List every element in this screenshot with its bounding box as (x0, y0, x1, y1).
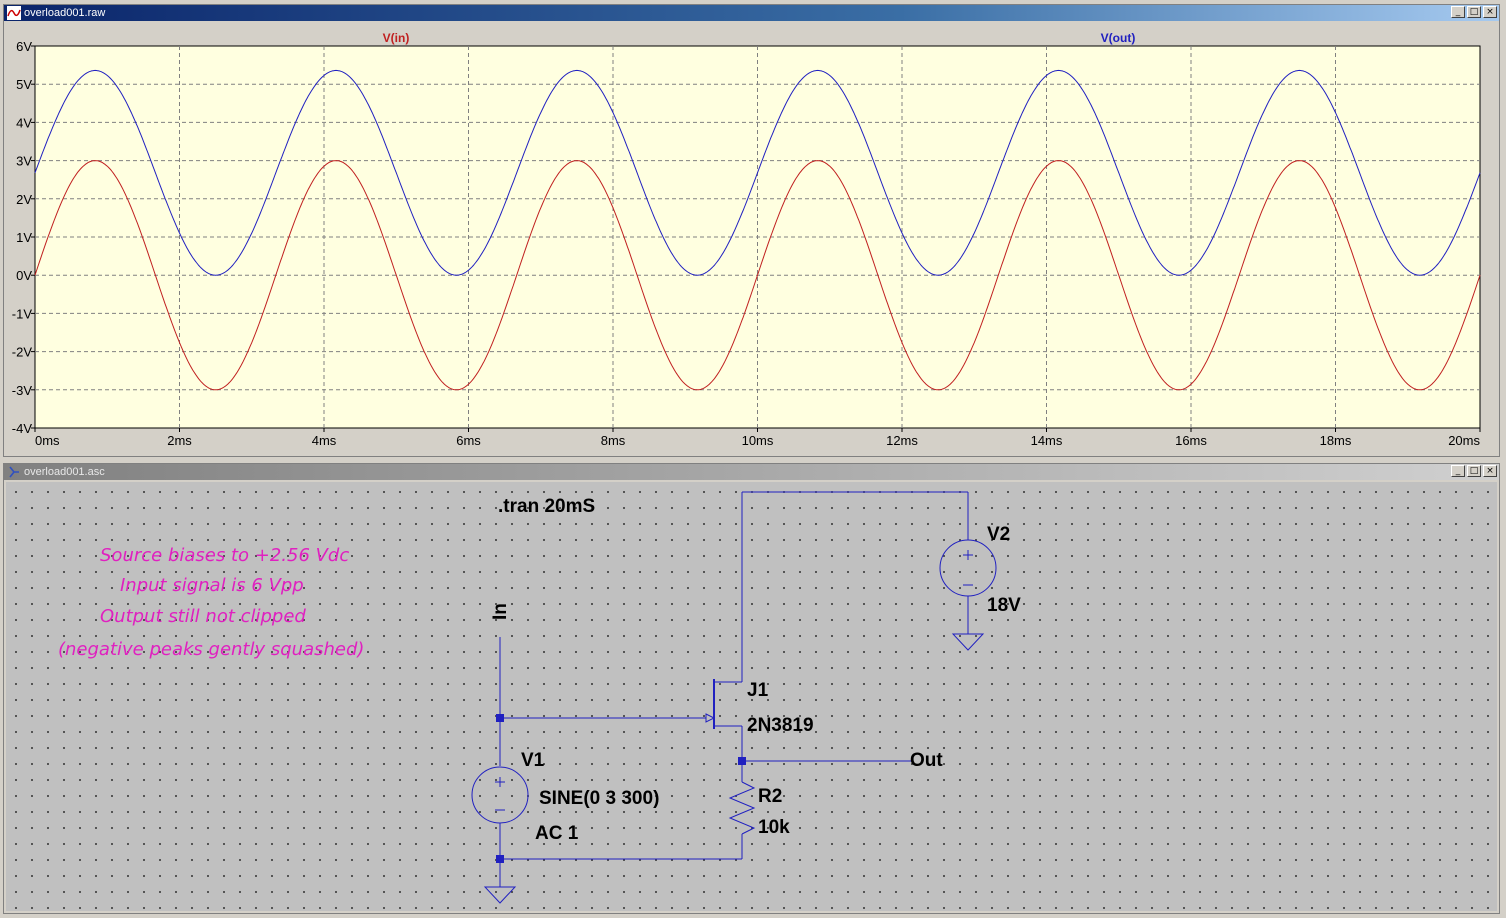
v1-ac[interactable]: AC 1 (535, 823, 578, 845)
v2-value[interactable]: 18V (987, 595, 1021, 617)
comment-line-2[interactable]: Input signal is 6 Vpp (120, 575, 304, 596)
waveform-window-title: overload001.raw (24, 7, 106, 19)
x-tick-label: 6ms (456, 433, 481, 448)
tran-directive[interactable]: .tran 20mS (498, 496, 595, 518)
comment-line-1[interactable]: Source biases to +2.56 Vdc (100, 545, 349, 566)
maximize-button[interactable]: □ (1467, 6, 1481, 18)
y-tick-label: 3V (16, 154, 32, 169)
junction-dot (496, 714, 504, 722)
v2-source-symbol (939, 539, 997, 597)
schematic-window-title: overload001.asc (24, 466, 105, 478)
x-tick-label: 20ms (1448, 433, 1480, 448)
y-tick-label: -4V (12, 421, 33, 436)
y-tick-label: -3V (12, 383, 33, 398)
y-tick-label: 6V (16, 39, 32, 54)
junction-dot (496, 855, 504, 863)
minimize-button[interactable]: _ (1451, 465, 1465, 477)
close-button[interactable]: × (1483, 465, 1497, 477)
schematic-canvas[interactable]: .tran 20mS Source biases to +2.56 Vdc In… (6, 482, 1497, 911)
legend-label[interactable]: V(in) (383, 31, 410, 45)
j1-gate-arrow (705, 713, 716, 723)
y-tick-label: 1V (16, 230, 32, 245)
waveform-app-icon (7, 6, 21, 20)
v1-source-symbol (471, 766, 529, 824)
minimize-button[interactable]: _ (1451, 6, 1465, 18)
comment-line-3[interactable]: Output still not clipped (100, 606, 306, 627)
x-tick-label: 14ms (1031, 433, 1063, 448)
schematic-app-icon (7, 465, 21, 479)
v2-name[interactable]: V2 (987, 524, 1010, 546)
x-tick-label: 10ms (742, 433, 774, 448)
waveform-plot[interactable]: 0ms 2ms 4ms 6ms 8ms 10ms 12ms 14ms 16ms 18ms 20ms 6… (4, 22, 1499, 456)
ground-symbol (483, 886, 517, 904)
schematic-titlebar[interactable]: overload001.asc _ □ × (4, 464, 1499, 480)
r2-resistor-symbol (728, 781, 756, 835)
y-tick-label: 5V (16, 77, 32, 92)
x-tick-label: 18ms (1320, 433, 1352, 448)
junction-dot (738, 757, 746, 765)
x-tick-label: 4ms (312, 433, 337, 448)
ground-symbol (951, 633, 985, 651)
x-tick-label: 0ms (35, 433, 60, 448)
x-tick-label: 12ms (886, 433, 918, 448)
v1-value[interactable]: SINE(0 3 300) (539, 788, 659, 810)
j1-model[interactable]: 2N3819 (747, 715, 814, 737)
x-tick-label: 2ms (167, 433, 192, 448)
j1-name[interactable]: J1 (747, 680, 768, 702)
maximize-button[interactable]: □ (1467, 465, 1481, 477)
r2-value[interactable]: 10k (758, 817, 790, 839)
y-tick-label: 2V (16, 192, 32, 207)
x-tick-label: 16ms (1175, 433, 1207, 448)
schematic-window[interactable]: overload001.asc _ □ × .tran 20mS Source … (3, 463, 1500, 914)
y-tick-label: -1V (12, 306, 33, 321)
legend-label[interactable]: V(out) (1101, 31, 1136, 45)
v1-name[interactable]: V1 (521, 750, 544, 772)
net-label-out[interactable]: Out (910, 750, 943, 772)
comment-line-4[interactable]: (negative peaks gently squashed) (58, 639, 364, 660)
y-tick-label: 0V (16, 268, 32, 283)
net-label-in[interactable]: In (490, 603, 512, 620)
close-button[interactable]: × (1483, 6, 1497, 18)
x-tick-label: 8ms (601, 433, 626, 448)
waveform-window[interactable]: overload001.raw _ □ × 0ms 2ms 4ms 6ms 8ms 10m… (3, 4, 1500, 457)
waveform-titlebar[interactable]: overload001.raw _ □ × (4, 5, 1499, 21)
r2-name[interactable]: R2 (758, 786, 782, 808)
y-tick-label: 4V (16, 115, 32, 130)
y-tick-label: -2V (12, 345, 33, 360)
